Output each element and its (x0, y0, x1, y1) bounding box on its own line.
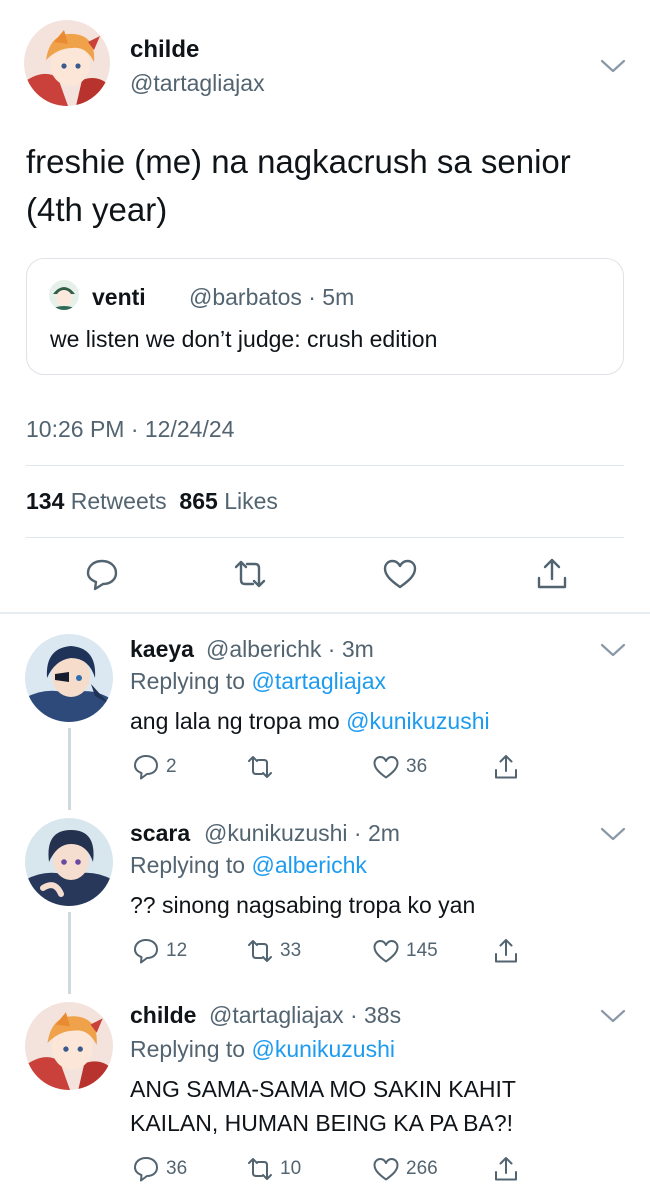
reply-author-handle-time[interactable]: @kunikuzushi · 2m (204, 820, 400, 847)
retweets-count[interactable]: 134 (26, 488, 64, 514)
quoted-tweet-text: we listen we don’t judge: crush edition (50, 326, 438, 352)
reply-button[interactable]: 36 (132, 1154, 187, 1184)
reply-count: 12 (166, 940, 188, 961)
retweet-button[interactable]: 33 (246, 936, 301, 966)
reply-icon[interactable] (132, 1155, 160, 1183)
replying-to-label: Replying to (130, 852, 246, 878)
reply-count: 36 (166, 1158, 188, 1179)
divider (26, 537, 624, 538)
reply-icon[interactable] (132, 937, 160, 965)
retweets-label[interactable]: Retweets (71, 488, 167, 514)
share-button[interactable] (492, 936, 520, 966)
reply-tweet[interactable]: scara @kunikuzushi · 2m Replying to @alb… (0, 804, 650, 984)
replying-to-label: Replying to (130, 668, 246, 694)
like-count: 266 (406, 1158, 438, 1179)
retweet-button[interactable] (246, 752, 280, 782)
reply-text-body: ang lala ng tropa mo (130, 708, 340, 734)
reply-text: ANG SAMA-SAMA MO SAKIN KAHIT KAILAN, HUM… (130, 1072, 630, 1140)
reply-button[interactable]: 2 (132, 752, 177, 782)
section-divider (0, 612, 650, 614)
quoted-tweet-card[interactable]: venti @barbatos · 5m we listen we don’t … (26, 258, 624, 375)
kaeya-avatar[interactable] (25, 634, 113, 722)
reply-tweet[interactable]: childe @tartagliajax · 38s Replying to @… (0, 988, 650, 1200)
retweet-icon[interactable] (246, 753, 274, 781)
retweet-icon[interactable] (246, 937, 274, 965)
reply-button[interactable]: 12 (132, 936, 187, 966)
reply-icon[interactable] (84, 556, 120, 592)
replying-to-link[interactable]: @alberichk (251, 852, 366, 878)
retweet-button[interactable]: 10 (246, 1154, 301, 1184)
retweet-count: 33 (280, 940, 302, 961)
reply-author-name[interactable]: scara (130, 820, 190, 847)
quoted-author-name: venti (92, 284, 146, 310)
reply-actions: 12 33 145 (0, 936, 650, 968)
like-icon[interactable] (372, 937, 400, 965)
replying-to-link[interactable]: @tartagliajax (251, 668, 386, 694)
divider (26, 465, 624, 466)
share-button[interactable] (492, 1154, 520, 1184)
reply-text-line: ANG SAMA-SAMA MO SAKIN KAHIT (130, 1076, 516, 1102)
tweet-thread-page: childe @tartagliajax freshie (me) na nag… (0, 0, 650, 1200)
share-icon[interactable] (492, 753, 520, 781)
share-icon[interactable] (492, 937, 520, 965)
like-button[interactable]: 36 (372, 752, 427, 782)
share-icon[interactable] (534, 556, 570, 592)
tweet-timestamp[interactable]: 10:26 PM · 12/24/24 (26, 416, 234, 443)
reply-author-name[interactable]: kaeya (130, 636, 194, 663)
retweet-icon[interactable] (246, 1155, 274, 1183)
venti-avatar (49, 280, 79, 310)
like-icon[interactable] (372, 1155, 400, 1183)
chevron-down-icon[interactable] (600, 58, 626, 74)
tweet-text-line: freshie (me) na nagkacrush sa senior (26, 143, 571, 180)
like-icon[interactable] (372, 753, 400, 781)
childe-avatar[interactable] (24, 20, 110, 106)
engagement-stats: 134 Retweets 865 Likes (26, 488, 278, 515)
replying-to: Replying to @tartagliajax (130, 668, 386, 695)
replying-to-label: Replying to (130, 1036, 246, 1062)
reply-actions: 2 36 (0, 752, 650, 784)
chevron-down-icon[interactable] (600, 826, 626, 842)
main-tweet: childe @tartagliajax freshie (me) na nag… (0, 0, 650, 612)
author-name[interactable]: childe (130, 36, 199, 64)
reply-text-line: KAILAN, HUMAN BEING KA PA BA?! (130, 1110, 514, 1136)
like-icon[interactable] (382, 556, 418, 592)
mention-link[interactable]: @kunikuzushi (346, 708, 490, 734)
reply-author-handle-time[interactable]: @alberichk · 3m (206, 636, 374, 663)
childe-avatar[interactable] (25, 1002, 113, 1090)
reply-text: ?? sinong nagsabing tropa ko yan (130, 892, 476, 918)
replying-to-link[interactable]: @kunikuzushi (251, 1036, 395, 1062)
quoted-author-handle-time: @barbatos · 5m (189, 284, 355, 310)
reply-count: 2 (166, 756, 177, 777)
reply-tweet[interactable]: kaeya @alberichk · 3m Replying to @tarta… (0, 620, 650, 798)
retweet-count: 10 (280, 1158, 302, 1179)
reply-author-handle-time[interactable]: @tartagliajax · 38s (209, 1002, 401, 1029)
likes-count[interactable]: 865 (179, 488, 217, 514)
reply-author-name[interactable]: childe (130, 1002, 196, 1029)
reply-icon[interactable] (132, 753, 160, 781)
replying-to: Replying to @alberichk (130, 852, 367, 879)
chevron-down-icon[interactable] (600, 1008, 626, 1024)
like-button[interactable]: 266 (372, 1154, 438, 1184)
share-icon[interactable] (492, 1155, 520, 1183)
likes-label[interactable]: Likes (224, 488, 278, 514)
replying-to: Replying to @kunikuzushi (130, 1036, 395, 1063)
tweet-text-line: (4th year) (26, 191, 168, 228)
reply-text: ang lala ng tropa mo @kunikuzushi (130, 704, 610, 738)
like-count: 36 (406, 756, 428, 777)
reply-actions: 36 10 266 (0, 1154, 650, 1186)
scara-avatar[interactable] (25, 818, 113, 906)
chevron-down-icon[interactable] (600, 642, 626, 658)
author-handle[interactable]: @tartagliajax (130, 70, 265, 97)
share-button[interactable] (492, 752, 520, 782)
tweet-text: freshie (me) na nagkacrush sa senior (4t… (26, 138, 626, 234)
like-count: 145 (406, 940, 438, 961)
tweet-actions (0, 556, 650, 596)
retweet-icon[interactable] (232, 556, 268, 592)
like-button[interactable]: 145 (372, 936, 438, 966)
